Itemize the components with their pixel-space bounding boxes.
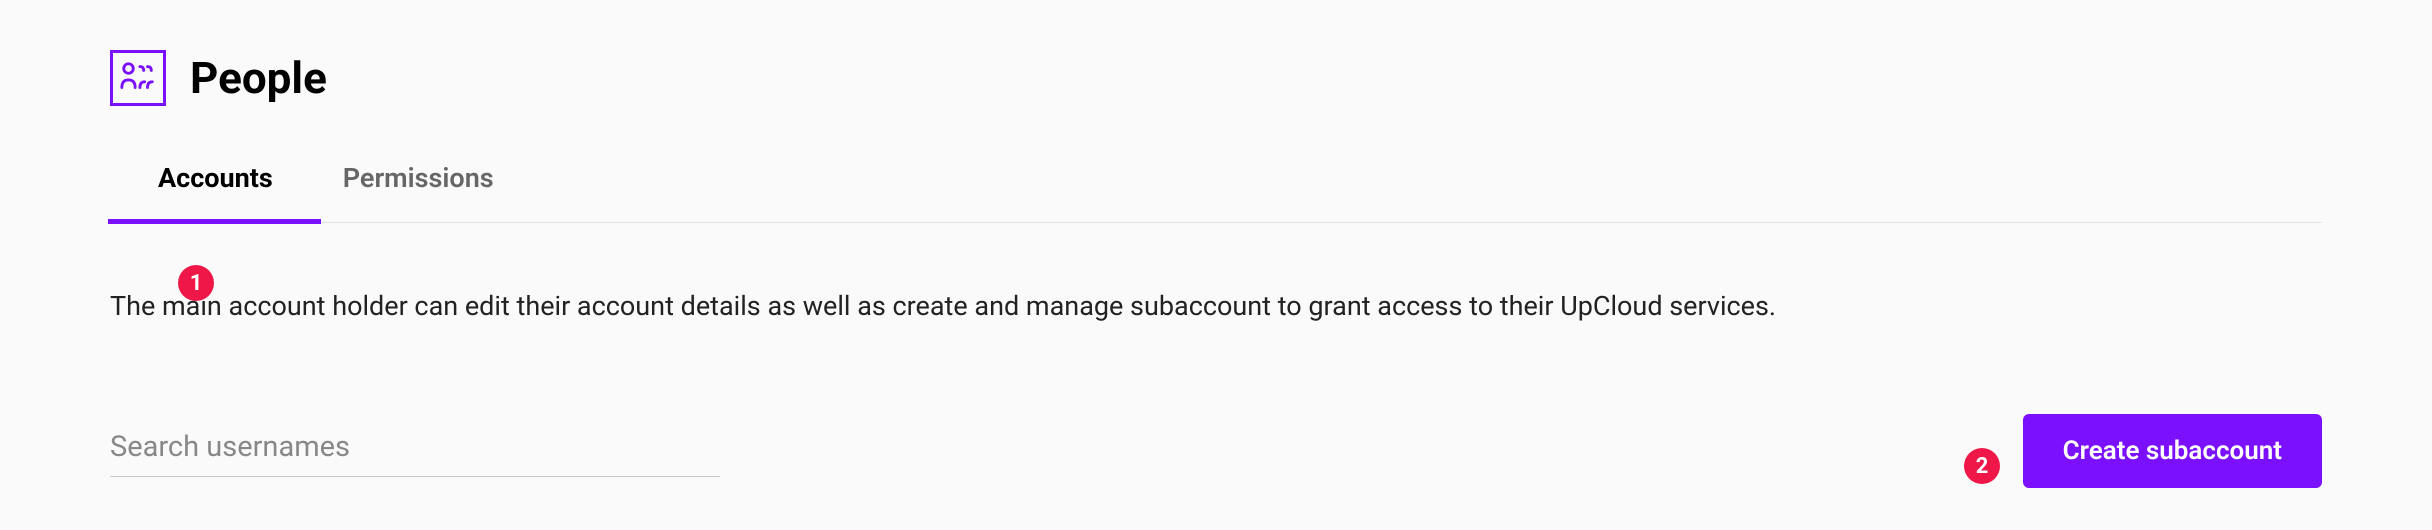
tabs: Accounts Permissions — [110, 162, 2322, 223]
tab-accounts[interactable]: Accounts — [158, 162, 273, 222]
search-wrap — [110, 426, 720, 477]
description-text: The main account holder can edit their a… — [110, 287, 2322, 326]
tab-permissions[interactable]: Permissions — [343, 162, 494, 222]
page-header: People — [110, 50, 2322, 106]
search-input[interactable] — [110, 426, 720, 477]
people-icon — [110, 50, 166, 106]
create-subaccount-button[interactable]: Create subaccount — [2023, 414, 2322, 488]
page-title: People — [190, 52, 327, 104]
annotation-badge-1: 1 — [178, 265, 214, 301]
annotation-badge-2: 2 — [1964, 448, 2000, 484]
